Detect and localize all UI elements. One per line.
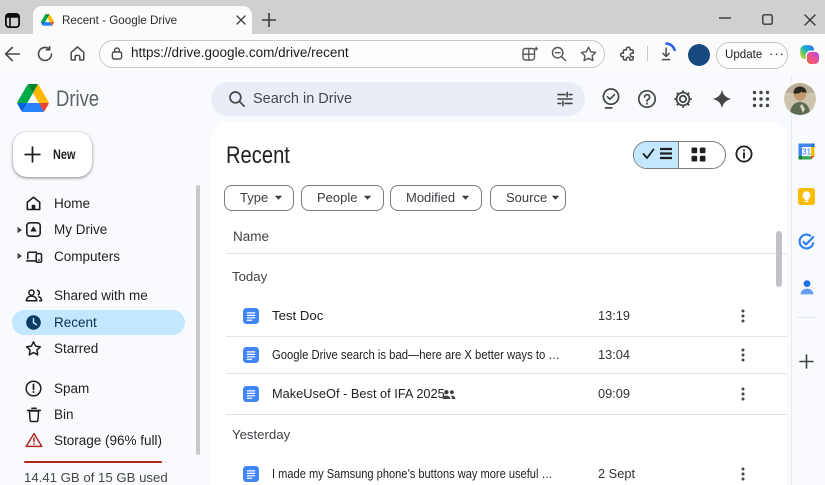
svg-text:31: 31 <box>802 148 811 157</box>
